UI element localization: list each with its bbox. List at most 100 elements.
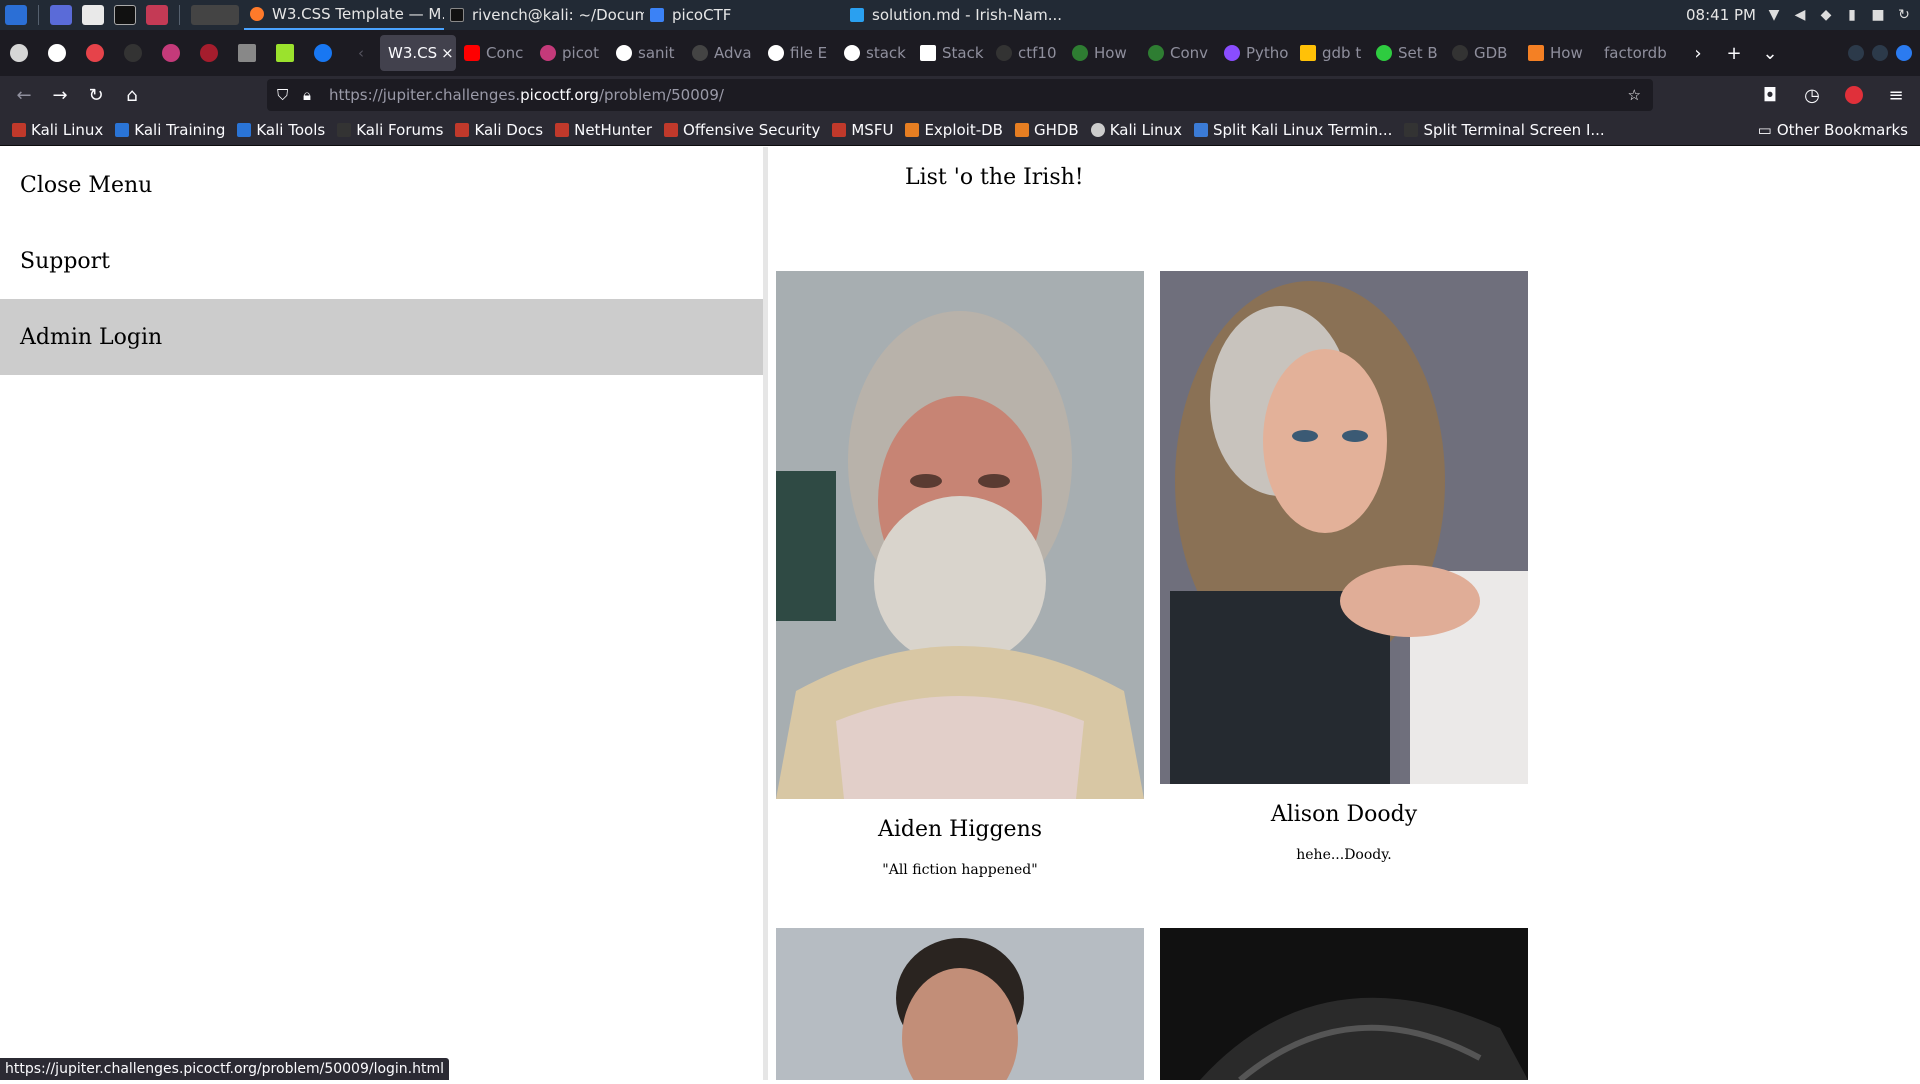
- taskbar-window-firefox[interactable]: W3.CSS Template — M...: [244, 0, 444, 30]
- taskbar-window-folder[interactable]: picoCTF: [644, 0, 844, 30]
- bookmark[interactable]: Split Terminal Screen I...: [1404, 121, 1605, 139]
- url-bar[interactable]: ⛉ 🔒︎ https://jupiter.challenges. picoctf.…: [267, 79, 1653, 111]
- tab[interactable]: GDB: [1444, 35, 1520, 71]
- support-link[interactable]: Support: [0, 223, 763, 299]
- home-icon[interactable]: ⌂: [114, 79, 150, 111]
- person-photo: [1160, 928, 1528, 1083]
- url-domain: picoctf.org: [520, 86, 599, 104]
- kali-docs-icon: [455, 122, 470, 137]
- bookmark[interactable]: Kali Linux: [1090, 121, 1182, 139]
- other-bookmarks[interactable]: ▭ Other Bookmarks: [1758, 121, 1908, 139]
- terminal-icon[interactable]: [114, 5, 136, 25]
- other-bookmarks-label: Other Bookmarks: [1776, 120, 1908, 139]
- taskbar-separator: [38, 5, 39, 25]
- pinned-tab[interactable]: [38, 35, 76, 71]
- bookmark[interactable]: GHDB: [1014, 120, 1079, 139]
- logout-icon[interactable]: ↻: [1896, 7, 1912, 23]
- taskbar-window-terminal[interactable]: rivench@kali: ~/Docum...: [444, 0, 644, 30]
- workspace-icon[interactable]: [50, 5, 72, 25]
- pinned-tab-icon: [276, 44, 294, 62]
- tab[interactable]: Pytho: [1216, 35, 1292, 71]
- toolbar-extensions: ◘ ◷ ≡: [1752, 79, 1914, 111]
- close-window-icon[interactable]: [1896, 45, 1912, 61]
- shield-icon[interactable]: ⛉: [277, 86, 288, 104]
- tab-scroll-right-icon[interactable]: ›: [1680, 43, 1716, 64]
- clock[interactable]: 08:41 PM: [1686, 6, 1756, 24]
- tab[interactable]: factordb: [1596, 35, 1680, 71]
- pinned-tab[interactable]: [114, 35, 152, 71]
- tab[interactable]: Stack: [912, 35, 988, 71]
- tab-label: stack: [866, 44, 906, 62]
- admin-login-link[interactable]: Admin Login: [0, 299, 763, 375]
- pinned-tab[interactable]: [228, 35, 266, 71]
- bookmark[interactable]: Split Kali Linux Termin...: [1194, 121, 1392, 139]
- lock-icon[interactable]: ■: [1870, 7, 1886, 23]
- person-card: Alison Doody hehe...Doody.: [1160, 271, 1528, 863]
- tab[interactable]: gdb t: [1292, 35, 1368, 71]
- bookmark[interactable]: Offensive Security: [664, 121, 820, 139]
- app-launcher: [0, 0, 244, 30]
- bookmark-label: GHDB: [1033, 120, 1079, 139]
- tab[interactable]: stack: [836, 35, 912, 71]
- reload-icon[interactable]: ↻: [78, 79, 114, 111]
- maximize-icon[interactable]: [1872, 45, 1888, 61]
- file-manager-icon[interactable]: [82, 5, 104, 25]
- list-all-tabs-icon[interactable]: ⌄: [1752, 43, 1788, 64]
- tab[interactable]: Conv: [1140, 35, 1216, 71]
- battery-icon[interactable]: ▮: [1844, 7, 1860, 23]
- tab[interactable]: file E: [760, 35, 836, 71]
- minimize-icon[interactable]: [1848, 45, 1864, 61]
- pinned-tab[interactable]: [0, 35, 38, 71]
- terminal-icon: [450, 8, 464, 22]
- tab[interactable]: sanit: [608, 35, 684, 71]
- bookmark-label: Split Kali Linux Termin...: [1213, 120, 1393, 139]
- bookmark[interactable]: MSFU: [832, 121, 893, 139]
- bookmark[interactable]: Kali Docs: [455, 121, 543, 139]
- tab[interactable]: Adva: [684, 35, 760, 71]
- bookmark[interactable]: Kali Forums: [337, 121, 443, 139]
- firefox-launcher-icon[interactable]: [191, 5, 239, 25]
- bookmark[interactable]: NetHunter: [555, 121, 652, 139]
- pinned-tab[interactable]: [190, 35, 228, 71]
- kali-menu-icon[interactable]: [5, 5, 27, 25]
- bookmark[interactable]: Kali Linux: [12, 121, 103, 139]
- lock-icon[interactable]: 🔒︎: [303, 86, 311, 104]
- volume-icon[interactable]: ◀: [1792, 7, 1808, 23]
- back-icon[interactable]: ←: [6, 79, 42, 111]
- kali-icon: [12, 122, 26, 137]
- split-terminal-icon: [1194, 122, 1209, 137]
- ghdb-icon: [1014, 122, 1029, 137]
- tab-active[interactable]: W3.CS ×: [380, 35, 456, 71]
- close-menu-link[interactable]: Close Menu: [0, 147, 763, 223]
- pocket-icon[interactable]: ◘: [1752, 79, 1788, 111]
- wifi-icon[interactable]: ▼: [1766, 7, 1782, 23]
- tab[interactable]: Set B: [1368, 35, 1444, 71]
- bookmark[interactable]: Kali Tools: [237, 121, 325, 139]
- menu-icon[interactable]: ≡: [1878, 79, 1914, 111]
- new-tab-icon[interactable]: +: [1716, 43, 1752, 64]
- pinned-tab[interactable]: [304, 35, 342, 71]
- pinned-tab[interactable]: [152, 35, 190, 71]
- tab[interactable]: How: [1520, 35, 1596, 71]
- firefox-icon: [250, 7, 264, 21]
- tab[interactable]: How: [1064, 35, 1140, 71]
- pinned-tab[interactable]: [266, 35, 304, 71]
- tab[interactable]: ctf10: [988, 35, 1064, 71]
- youtube-icon: [464, 45, 480, 61]
- forward-icon[interactable]: →: [42, 79, 78, 111]
- tab-scroll-left[interactable]: ‹: [342, 35, 380, 71]
- stack-icon: [1528, 45, 1544, 61]
- history-icon[interactable]: ◷: [1794, 79, 1830, 111]
- taskbar-window-vscode[interactable]: solution.md - Irish-Nam...: [844, 0, 1084, 30]
- tab-label: picot: [562, 44, 599, 62]
- tab[interactable]: Conc: [456, 35, 532, 71]
- bookmark[interactable]: Kali Training: [115, 121, 225, 139]
- notification-bell-icon[interactable]: ◆: [1818, 7, 1834, 23]
- screen-recorder-icon[interactable]: [146, 5, 168, 25]
- pinned-tab[interactable]: [76, 35, 114, 71]
- bookmark-star-icon[interactable]: ☆: [1628, 86, 1641, 104]
- close-tab-icon[interactable]: ×: [441, 44, 454, 62]
- adblock-icon[interactable]: [1836, 79, 1872, 111]
- bookmark[interactable]: Exploit-DB: [905, 121, 1003, 139]
- tab[interactable]: picot: [532, 35, 608, 71]
